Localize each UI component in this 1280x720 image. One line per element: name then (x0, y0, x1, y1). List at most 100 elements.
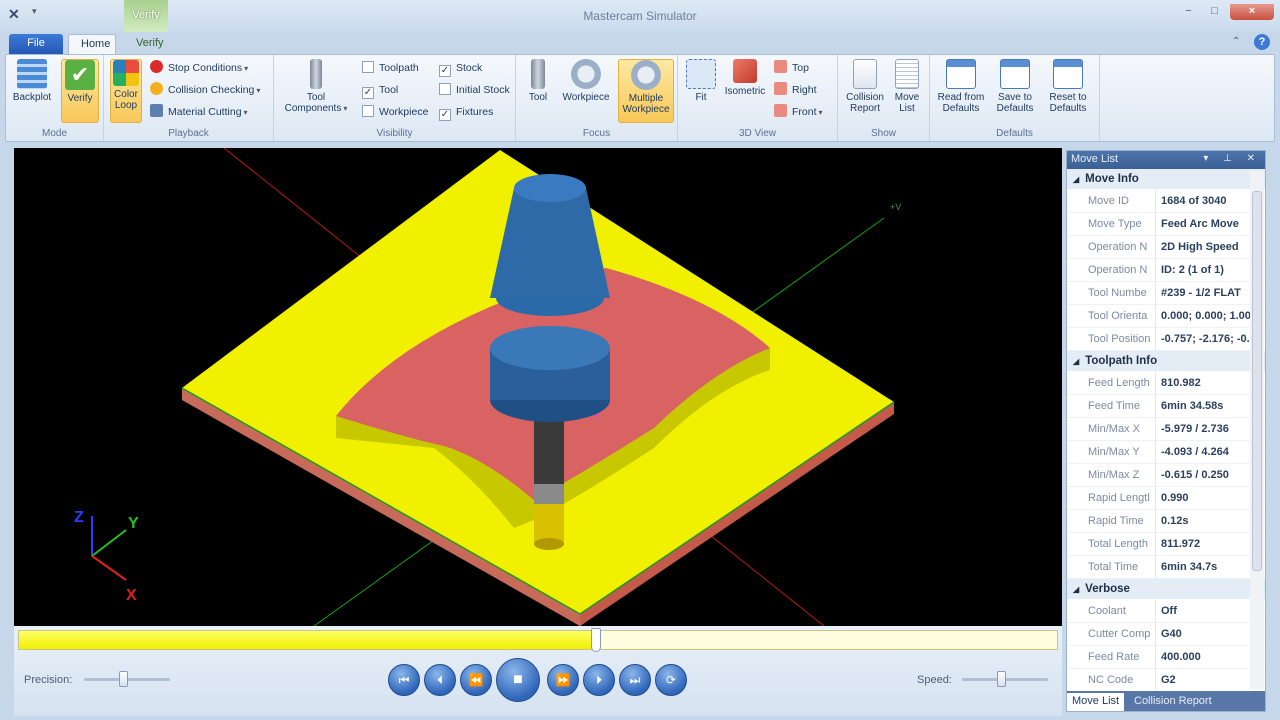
group-defaults: Read from Defaults Save to Defaults Rese… (930, 55, 1100, 141)
tool-components-button[interactable]: Tool Components ▾ (280, 59, 352, 123)
focus-workpiece-button[interactable]: Workpiece (558, 59, 614, 123)
property-key: Feed Time (1088, 400, 1140, 412)
ribbon-tabs: File Home Verify (0, 32, 1280, 54)
view-top-button[interactable]: Top (774, 59, 809, 77)
fit-icon (686, 59, 716, 89)
group-label-focus: Focus (582, 128, 611, 139)
go-to-end-button[interactable]: ⏭ (619, 664, 651, 696)
collapse-triangle-icon[interactable]: ◢ (1073, 357, 1079, 366)
property-row[interactable]: Min/Max Z -0.615 / 0.250 (1067, 464, 1265, 487)
property-row[interactable]: Tool Orienta 0.000; 0.000; 1.000 (1067, 305, 1265, 328)
fixtures-checkbox[interactable]: ✓ Fixtures (439, 103, 493, 121)
property-row[interactable]: Tool Numbe #239 - 1/2 FLAT (1067, 282, 1265, 305)
section-header[interactable]: ◢ Toolpath Info (1067, 351, 1265, 372)
material-cutting-button[interactable]: Material Cutting ▾ (150, 103, 248, 121)
panel-window-icons[interactable]: ▾ ⊥ ✕ (1203, 153, 1261, 164)
color-loop-button[interactable]: Color Loop (110, 59, 142, 123)
tab-verify[interactable]: Verify (124, 34, 168, 54)
speed-slider[interactable] (962, 671, 1048, 687)
tool-checkbox[interactable]: ✓ Tool (362, 81, 398, 99)
fixtures-check: ✓ (439, 109, 451, 121)
column-separator (1155, 213, 1156, 236)
progress-bar[interactable] (18, 628, 1058, 652)
step-forward-button[interactable]: ⏵ (583, 664, 615, 696)
progress-thumb[interactable] (591, 628, 602, 652)
toolpath-checkbox[interactable]: Toolpath (362, 59, 419, 77)
panel-scroll-thumb[interactable] (1252, 191, 1262, 571)
column-separator (1155, 305, 1156, 328)
tool-components-icon (310, 59, 322, 89)
fast-forward-button[interactable]: ⏩ (547, 664, 579, 696)
go-to-start-button[interactable]: ⏮ (388, 664, 420, 696)
read-defaults-button[interactable]: Read from Defaults (934, 59, 988, 123)
column-separator (1155, 328, 1156, 351)
precision-slider-thumb[interactable] (118, 671, 128, 687)
property-row[interactable]: NC Code G2 (1067, 669, 1265, 692)
section-name: Toolpath Info (1085, 355, 1158, 367)
verify-button[interactable]: ✔ Verify (61, 59, 99, 123)
property-row[interactable]: Cutter Comp G40 (1067, 623, 1265, 646)
stop-button[interactable]: ■ (496, 658, 540, 702)
precision-slider[interactable] (84, 671, 170, 687)
reset-defaults-button[interactable]: Reset to Defaults (1042, 59, 1094, 123)
panel-scrollbar[interactable] (1250, 171, 1264, 689)
loop-button[interactable]: ⟳ (655, 664, 687, 696)
property-row[interactable]: Min/Max Y -4.093 / 4.264 (1067, 441, 1265, 464)
view-front-button[interactable]: Front ▾ (774, 103, 823, 121)
view-right-button[interactable]: Right (774, 81, 817, 99)
isometric-button[interactable]: Isometric (720, 59, 770, 123)
property-row[interactable]: Tool Position -0.757; -2.176; -0.6 (1067, 328, 1265, 351)
property-row[interactable]: Min/Max X -5.979 / 2.736 (1067, 418, 1265, 441)
property-row[interactable]: Feed Time 6min 34.58s (1067, 395, 1265, 418)
collapse-triangle-icon[interactable]: ◢ (1073, 585, 1079, 594)
tab-move-list[interactable]: Move List (1067, 693, 1125, 711)
property-row[interactable]: Coolant Off (1067, 600, 1265, 623)
stop-conditions-button[interactable]: Stop Conditions ▾ (150, 59, 248, 77)
property-row[interactable]: Total Length 811.972 (1067, 533, 1265, 556)
minimize-button[interactable]: − (1176, 4, 1201, 20)
section-header[interactable]: ◢ Verbose (1067, 579, 1265, 600)
multiple-workpiece-button[interactable]: Multiple Workpiece (618, 59, 674, 123)
initial-stock-checkbox[interactable]: Initial Stock (439, 81, 510, 99)
property-row[interactable]: Operation N ID: 2 (1 of 1) (1067, 259, 1265, 282)
tab-collision-report[interactable]: Collision Report (1129, 693, 1217, 711)
property-key: Tool Orienta (1088, 310, 1148, 322)
close-button[interactable]: × (1230, 4, 1274, 20)
property-row[interactable]: Operation N 2D High Speed (1067, 236, 1265, 259)
group-label-show: Show (870, 128, 896, 139)
property-row[interactable]: Move ID 1684 of 3040 (1067, 190, 1265, 213)
ribbon-collapse-icon[interactable]: ⌃ (1232, 36, 1240, 47)
section-header[interactable]: ◢ Move Info (1067, 169, 1265, 190)
save-defaults-button[interactable]: Save to Defaults (990, 59, 1040, 123)
fit-button[interactable]: Fit (684, 59, 718, 123)
rewind-button[interactable]: ⏪ (460, 664, 492, 696)
property-row[interactable]: Rapid Lengtl 0.990 (1067, 487, 1265, 510)
tab-file[interactable]: File (9, 34, 63, 54)
workpiece-checkbox[interactable]: Workpiece (362, 103, 428, 121)
focus-tool-button[interactable]: Tool (522, 59, 554, 123)
collision-report-button[interactable]: Collision Report (842, 59, 888, 123)
property-key: NC Code (1088, 674, 1134, 686)
tool-check: ✓ (362, 87, 374, 99)
speed-slider-thumb[interactable] (996, 671, 1006, 687)
tab-home[interactable]: Home (68, 34, 116, 54)
property-value: 1684 of 3040 (1161, 195, 1227, 207)
collapse-triangle-icon[interactable]: ◢ (1073, 175, 1079, 184)
move-list-button[interactable]: Move List (890, 59, 924, 123)
maximize-button[interactable]: □ (1202, 4, 1227, 20)
help-icon[interactable]: ? (1254, 34, 1270, 50)
initial-stock-check (439, 83, 451, 95)
stock-checkbox[interactable]: ✓ Stock (439, 59, 482, 77)
property-row[interactable]: Feed Length 810.982 (1067, 372, 1265, 395)
simulation-viewport[interactable]: Z Y X +V (14, 148, 1062, 626)
triad-x-label: X (126, 587, 137, 604)
property-row[interactable]: Feed Rate 400.000 (1067, 646, 1265, 669)
step-back-button[interactable]: ⏴ (424, 664, 456, 696)
collision-checking-button[interactable]: Collision Checking ▾ (150, 81, 260, 99)
material-cutting-icon (150, 104, 163, 117)
property-row[interactable]: Rapid Time 0.12s (1067, 510, 1265, 533)
backplot-button[interactable]: Backplot (12, 59, 52, 123)
property-key: Min/Max Y (1088, 446, 1140, 458)
property-row[interactable]: Total Time 6min 34.7s (1067, 556, 1265, 579)
property-row[interactable]: Move Type Feed Arc Move (1067, 213, 1265, 236)
